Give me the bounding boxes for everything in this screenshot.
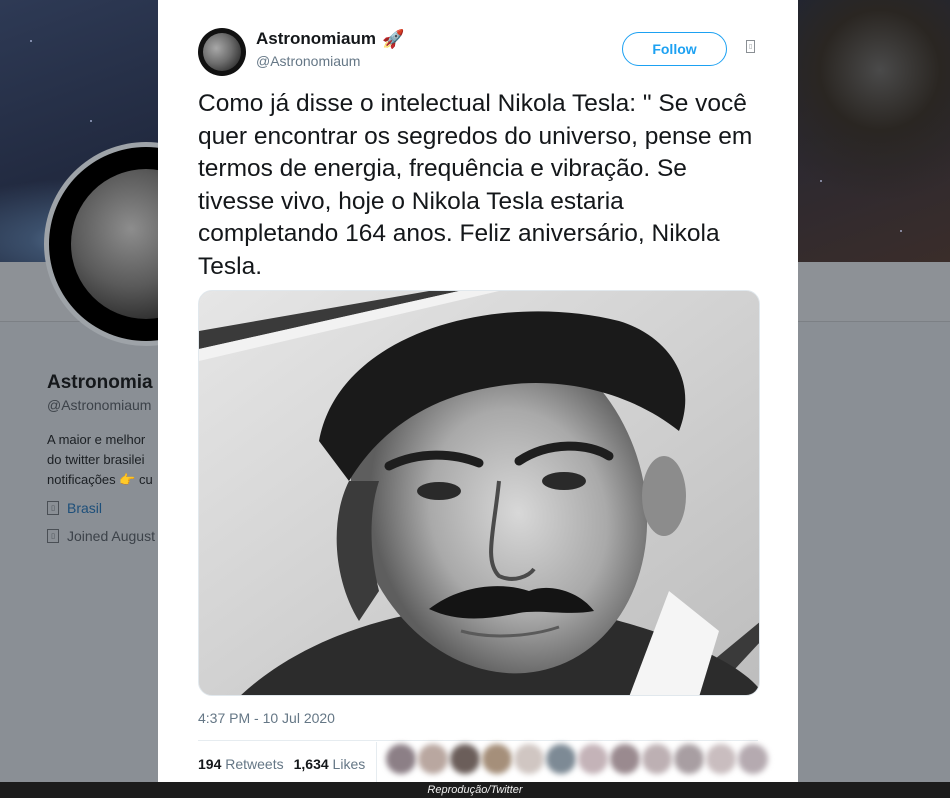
location-pin-icon: ▯ <box>47 501 59 515</box>
image-credit-caption: Reprodução/Twitter <box>0 782 950 798</box>
tweet-stats: 194 Retweets 1,634 Likes <box>198 756 365 772</box>
avatar[interactable] <box>386 744 416 774</box>
avatar[interactable] <box>578 744 608 774</box>
calendar-icon: ▯ <box>47 529 59 543</box>
author-name[interactable]: Astronomiaum <box>256 29 376 49</box>
avatar[interactable] <box>610 744 640 774</box>
location-link[interactable]: Brasil <box>67 500 102 516</box>
likes-label: Likes <box>332 756 366 772</box>
joined-text: Joined August <box>67 528 155 544</box>
retweets-count: 194 <box>198 756 222 772</box>
profile-handle: @Astronomiaum <box>47 397 152 413</box>
portrait-image <box>199 291 759 695</box>
bio-line: notificações 👉 cu <box>47 472 153 487</box>
likers-avatars[interactable] <box>386 744 768 774</box>
avatar[interactable] <box>482 744 512 774</box>
author-name-row[interactable]: Astronomiaum 🚀 <box>256 29 404 49</box>
avatar[interactable] <box>546 744 576 774</box>
avatar[interactable] <box>674 744 704 774</box>
author-handle[interactable]: @Astronomiaum <box>256 53 360 69</box>
tweet-photo[interactable] <box>198 290 760 696</box>
avatar[interactable] <box>642 744 672 774</box>
avatar[interactable] <box>514 744 544 774</box>
tweet-text: Como já disse o intelectual Nikola Tesla… <box>198 90 753 280</box>
profile-joined: ▯ Joined August <box>47 528 155 544</box>
tweet-timestamp[interactable]: 4:37 PM - 10 Jul 2020 <box>198 710 335 726</box>
rocket-icon: 🚀 <box>381 29 405 49</box>
avatar[interactable] <box>450 744 480 774</box>
bio-line: A maior e melhor <box>47 432 146 447</box>
tweet-modal: Astronomiaum 🚀 @Astronomiaum Follow ▯ Co… <box>158 0 798 782</box>
bio-line: do twitter brasilei <box>47 452 145 467</box>
profile-bio: A maior e melhor do twitter brasilei not… <box>47 430 167 490</box>
author-avatar[interactable] <box>198 28 246 76</box>
profile-name: Astronomia <box>47 372 153 393</box>
retweets-stat[interactable]: 194 Retweets <box>198 756 284 772</box>
avatar[interactable] <box>738 744 768 774</box>
avatar[interactable] <box>418 744 448 774</box>
divider <box>376 742 377 782</box>
follow-button[interactable]: Follow <box>622 32 727 66</box>
chevron-down-icon[interactable]: ▯ <box>746 40 755 53</box>
avatar[interactable] <box>706 744 736 774</box>
profile-location: ▯ Brasil <box>47 500 102 516</box>
divider <box>198 740 758 741</box>
likes-stat[interactable]: 1,634 Likes <box>294 756 366 772</box>
likes-count: 1,634 <box>293 756 329 772</box>
retweets-label: Retweets <box>225 756 284 772</box>
